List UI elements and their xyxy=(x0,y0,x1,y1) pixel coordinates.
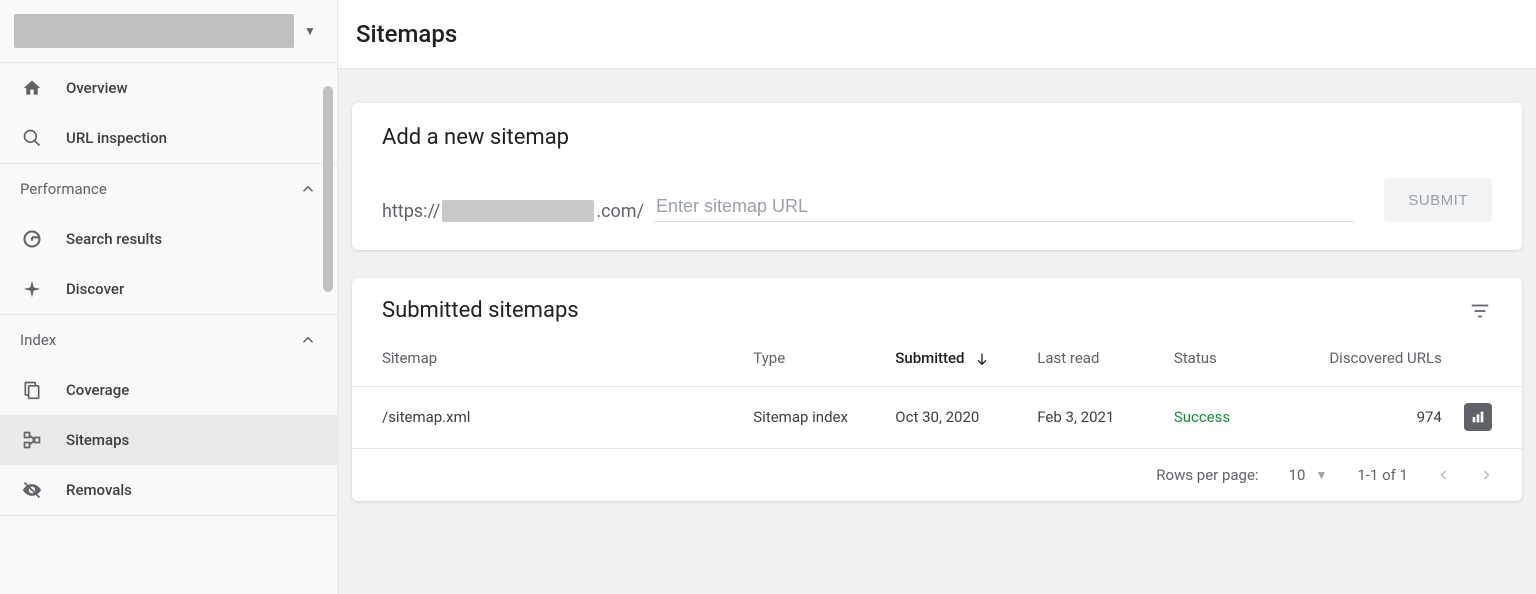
add-sitemap-card: Add a new sitemap https:// .com/ SUBMIT xyxy=(352,103,1522,250)
section-label: Performance xyxy=(20,180,107,198)
cell-discovered: 974 xyxy=(1319,386,1450,448)
column-label: Submitted xyxy=(895,349,964,367)
next-page-button[interactable] xyxy=(1480,465,1492,485)
page-title: Sitemaps xyxy=(356,20,1518,48)
rows-per-page-select[interactable]: 10 ▼ xyxy=(1289,466,1328,484)
sidebar-item-label: Sitemaps xyxy=(66,431,129,449)
chevron-down-icon: ▼ xyxy=(304,24,316,38)
sitemap-icon xyxy=(20,430,44,450)
sitemaps-table: Sitemap Type Submitted Last read Status … xyxy=(352,331,1522,449)
arrow-down-icon xyxy=(974,349,990,367)
eye-off-icon xyxy=(20,480,44,500)
section-header-index[interactable]: Index xyxy=(0,315,337,365)
cell-status: Success xyxy=(1166,386,1319,448)
page-header: Sitemaps xyxy=(338,0,1536,69)
content-area: Add a new sitemap https:// .com/ SUBMIT … xyxy=(338,69,1536,594)
column-header-actions xyxy=(1450,331,1522,386)
column-header-discovered[interactable]: Discovered URLs xyxy=(1319,331,1450,386)
chevron-down-icon: ▼ xyxy=(1315,468,1327,482)
prev-page-button[interactable] xyxy=(1438,465,1450,485)
sidebar-item-label: Removals xyxy=(66,481,132,499)
sidebar-item-discover[interactable]: Discover xyxy=(0,264,337,314)
url-domain-redacted xyxy=(442,200,594,222)
sidebar-item-label: Coverage xyxy=(66,381,129,399)
bar-chart-icon[interactable] xyxy=(1464,403,1492,431)
column-header-status[interactable]: Status xyxy=(1166,331,1319,386)
sidebar-item-label: Discover xyxy=(66,280,124,298)
sidebar-item-label: Overview xyxy=(66,79,128,97)
divider xyxy=(0,515,337,516)
column-header-last-read[interactable]: Last read xyxy=(1029,331,1166,386)
url-prefix: https:// .com/ xyxy=(382,200,644,222)
section-header-performance[interactable]: Performance xyxy=(0,164,337,214)
url-prefix-scheme: https:// xyxy=(382,201,440,222)
scrollbar[interactable] xyxy=(323,86,333,292)
table-pager: Rows per page: 10 ▼ 1-1 of 1 xyxy=(352,449,1522,501)
sidebar-item-url-inspection[interactable]: URL inspection xyxy=(0,113,337,163)
chevron-up-icon xyxy=(299,331,317,349)
rows-per-page-label: Rows per page: xyxy=(1156,466,1258,484)
column-header-sitemap[interactable]: Sitemap xyxy=(352,331,745,386)
sidebar: ▼ Overview URL inspection Performance Se xyxy=(0,0,338,594)
cell-last-read: Feb 3, 2021 xyxy=(1029,386,1166,448)
search-icon xyxy=(20,128,44,148)
sidebar-item-search-results[interactable]: Search results xyxy=(0,214,337,264)
submit-button[interactable]: SUBMIT xyxy=(1384,178,1492,222)
url-prefix-suffix: .com/ xyxy=(596,201,644,222)
sitemap-input-row: https:// .com/ SUBMIT xyxy=(382,178,1492,222)
cell-action xyxy=(1450,386,1522,448)
property-selector[interactable]: ▼ xyxy=(0,0,337,62)
sitemap-url-input[interactable] xyxy=(654,192,1354,222)
sidebar-item-label: URL inspection xyxy=(66,129,167,147)
sidebar-item-coverage[interactable]: Coverage xyxy=(0,365,337,415)
card-title: Submitted sitemaps xyxy=(382,298,579,323)
rows-per-page-value: 10 xyxy=(1289,466,1306,484)
discover-icon xyxy=(20,279,44,299)
property-name-redacted xyxy=(14,14,294,48)
section-label: Index xyxy=(20,331,56,349)
column-header-type[interactable]: Type xyxy=(745,331,887,386)
cell-type: Sitemap index xyxy=(745,386,887,448)
page-range: 1-1 of 1 xyxy=(1357,466,1408,484)
nav-section-performance: Search results Discover xyxy=(0,214,337,314)
chevron-up-icon xyxy=(299,180,317,198)
sidebar-item-label: Search results xyxy=(66,230,162,248)
home-icon xyxy=(20,78,44,98)
google-icon xyxy=(20,229,44,249)
cell-sitemap: /sitemap.xml xyxy=(352,386,745,448)
sidebar-item-removals[interactable]: Removals xyxy=(0,465,337,515)
coverage-icon xyxy=(20,380,44,400)
sidebar-item-overview[interactable]: Overview xyxy=(0,63,337,113)
submitted-sitemaps-card: Submitted sitemaps Sitemap Type Submitte… xyxy=(352,278,1522,501)
main-content: Sitemaps Add a new sitemap https:// .com… xyxy=(338,0,1536,594)
column-header-submitted[interactable]: Submitted xyxy=(887,331,1029,386)
nav-section-index: Coverage Sitemaps Removals xyxy=(0,365,337,515)
sidebar-item-sitemaps[interactable]: Sitemaps xyxy=(0,415,337,465)
card-title: Add a new sitemap xyxy=(382,125,1492,150)
nav-section-main: Overview URL inspection xyxy=(0,63,337,163)
filter-icon[interactable] xyxy=(1468,299,1492,323)
cell-submitted: Oct 30, 2020 xyxy=(887,386,1029,448)
table-row[interactable]: /sitemap.xml Sitemap index Oct 30, 2020 … xyxy=(352,386,1522,448)
